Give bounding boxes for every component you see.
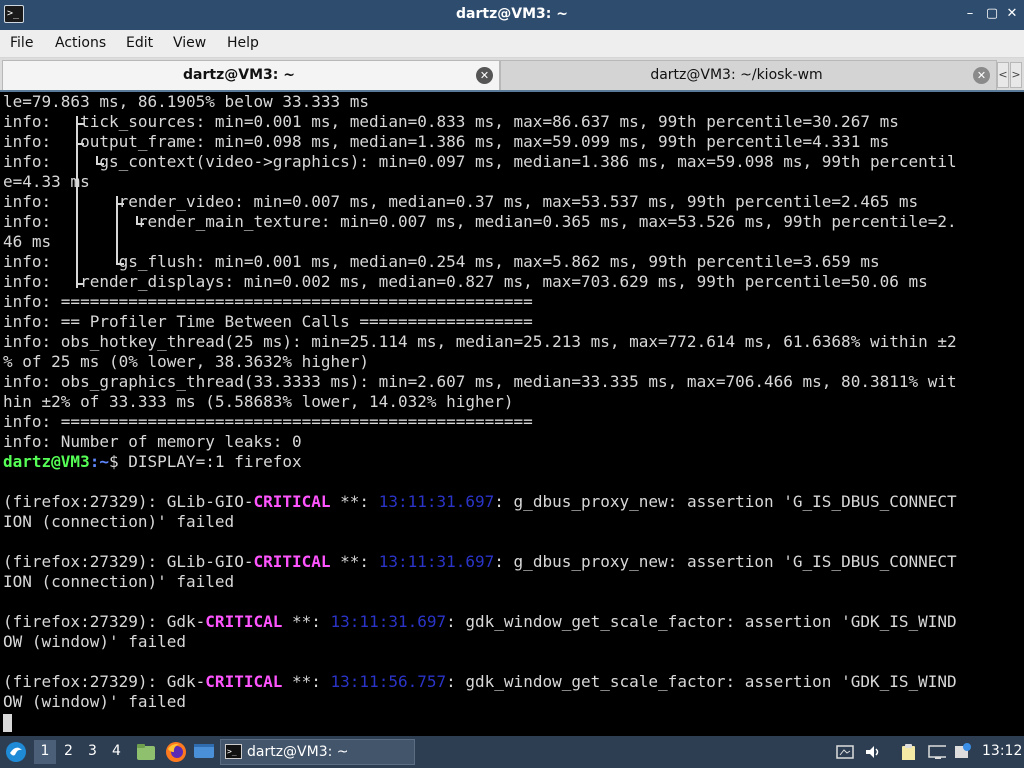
error-message: : gdk_window_get_scale_factor: assertion… [446, 612, 957, 631]
terminal-line: 46 ms [3, 232, 52, 251]
show-desktop-icon[interactable] [193, 743, 215, 761]
tree-guide-line [116, 263, 124, 265]
error-source: (firefox:27329): GLib-GIO- [3, 492, 254, 511]
menu-file[interactable]: File [10, 35, 33, 51]
minimize-button[interactable]: – [962, 6, 978, 22]
error-level: CRITICAL [253, 492, 331, 511]
tab-home[interactable]: dartz@VM3: ~ ✕ [2, 60, 500, 90]
error-line-continuation: ION (connection)' failed [3, 512, 235, 531]
terminal-line: info: obs_hotkey_thread(25 ms): min=25.1… [3, 332, 957, 351]
workspace-2[interactable]: 2 [64, 743, 73, 759]
tree-guide-line [76, 116, 78, 288]
tree-guide-line [76, 283, 84, 285]
clipboard-icon[interactable] [900, 744, 918, 760]
error-source: (firefox:27329): GLib-GIO- [3, 552, 254, 571]
error-message: : gdk_window_get_scale_factor: assertion… [446, 672, 957, 691]
window-titlebar: >_ dartz@VM3: ~ – ▢ ✕ [0, 0, 1024, 30]
terminal-line: info: render_video: min=0.007 ms, median… [3, 192, 919, 211]
error-message: : g_dbus_proxy_new: assertion 'G_IS_DBUS… [494, 492, 957, 511]
error-line: (firefox:27329): GLib-GIO-CRITICAL **: 1… [3, 492, 957, 512]
tree-guide-line [116, 196, 118, 264]
clock[interactable]: 13:12 [982, 743, 1022, 759]
error-line: (firefox:27329): GLib-GIO-CRITICAL **: 1… [3, 552, 957, 572]
network-icon[interactable] [928, 744, 946, 760]
error-timestamp: 13:11:31.697 [378, 492, 495, 511]
workspace-1[interactable]: 1 [34, 740, 56, 764]
tab-close-icon[interactable]: ✕ [973, 67, 990, 84]
workspace-4[interactable]: 4 [112, 743, 121, 759]
terminal-line: info: gs_context(video->graphics): min=0… [3, 152, 957, 171]
start-menu-icon[interactable] [5, 741, 27, 763]
prompt-path: :~ [89, 452, 109, 471]
firefox-icon[interactable] [165, 741, 187, 763]
menu-actions[interactable]: Actions [55, 35, 106, 51]
tree-guide-line [76, 143, 84, 145]
error-line: (firefox:27329): Gdk-CRITICAL **: 13:11:… [3, 612, 957, 632]
error-line: (firefox:27329): Gdk-CRITICAL **: 13:11:… [3, 672, 957, 692]
error-line-continuation: ION (connection)' failed [3, 572, 235, 591]
menu-help[interactable]: Help [227, 35, 259, 51]
error-source: (firefox:27329): Gdk- [3, 612, 206, 631]
tab-scroll-right-icon[interactable]: > [1010, 62, 1022, 88]
tree-guide-line [76, 123, 84, 125]
menu-view[interactable]: View [173, 35, 206, 51]
error-separator: **: [330, 552, 379, 571]
tab-close-icon[interactable]: ✕ [476, 67, 493, 84]
terminal-line: le=79.863 ms, 86.1905% below 33.333 ms [3, 92, 370, 111]
tab-scroll-left-icon[interactable]: < [997, 62, 1009, 88]
terminal-cursor [3, 714, 12, 732]
terminal-line: hin ±2% of 33.333 ms (5.58683% lower, 14… [3, 392, 514, 411]
error-separator: **: [282, 612, 331, 631]
tree-guide-line [136, 223, 144, 225]
terminal-line: info: output_frame: min=0.098 ms, median… [3, 132, 890, 151]
error-source: (firefox:27329): Gdk- [3, 672, 206, 691]
menu-edit[interactable]: Edit [126, 35, 153, 51]
tab-kiosk-wm[interactable]: dartz@VM3: ~/kiosk-wm ✕ [500, 60, 997, 90]
error-timestamp: 13:11:31.697 [330, 612, 447, 631]
file-manager-icon[interactable] [136, 742, 156, 762]
taskbar-window-label: dartz@VM3: ~ [247, 744, 349, 760]
terminal-line: info: tick_sources: min=0.001 ms, median… [3, 112, 899, 131]
terminal-line: info: ==================================… [3, 292, 533, 311]
terminal-line: info: Number of memory leaks: 0 [3, 432, 302, 451]
terminal-icon: >_ [225, 744, 242, 759]
tab-label: dartz@VM3: ~ [183, 67, 295, 83]
terminal-line: info: render_main_texture: min=0.007 ms,… [3, 212, 957, 231]
taskbar: 1 2 3 4 >_ dartz@VM3: ~ 13:12 [0, 736, 1024, 768]
terminal-line: info: render_displays: min=0.002 ms, med… [3, 272, 928, 291]
tab-label: dartz@VM3: ~/kiosk-wm [650, 67, 823, 83]
error-timestamp: 13:11:56.757 [330, 672, 447, 691]
volume-icon[interactable] [864, 744, 882, 760]
error-level: CRITICAL [205, 612, 283, 631]
terminal-line: info: gs_flush: min=0.001 ms, median=0.2… [3, 252, 880, 271]
workspace-3[interactable]: 3 [88, 743, 97, 759]
menu-bar: File Actions Edit View Help [0, 30, 1024, 58]
terminal-line: info: ==================================… [3, 412, 533, 431]
error-line-continuation: OW (window)' failed [3, 632, 187, 651]
tab-bar: dartz@VM3: ~ ✕ dartz@VM3: ~/kiosk-wm ✕ <… [0, 58, 1024, 90]
prompt-command: $ DISPLAY=:1 firefox [108, 452, 302, 471]
update-notification-icon[interactable] [954, 742, 972, 758]
error-line-continuation: OW (window)' failed [3, 692, 187, 711]
tree-guide-line [116, 203, 124, 205]
shell-prompt: dartz@VM3:~$ DISPLAY=:1 firefox [3, 452, 302, 472]
error-message: : g_dbus_proxy_new: assertion 'G_IS_DBUS… [494, 552, 957, 571]
screenshot-icon[interactable] [836, 744, 854, 760]
terminal-line: info: obs_graphics_thread(33.3333 ms): m… [3, 372, 957, 391]
error-separator: **: [330, 492, 379, 511]
maximize-button[interactable]: ▢ [984, 6, 1000, 22]
terminal-output[interactable]: le=79.863 ms, 86.1905% below 33.333 ms i… [0, 90, 1024, 736]
window-title: dartz@VM3: ~ [456, 6, 568, 22]
prompt-user: dartz@VM3 [3, 452, 90, 471]
error-timestamp: 13:11:31.697 [378, 552, 495, 571]
error-level: CRITICAL [205, 672, 283, 691]
error-level: CRITICAL [253, 552, 331, 571]
terminal-line: info: == Profiler Time Between Calls ===… [3, 312, 533, 331]
close-button[interactable]: ✕ [1004, 6, 1020, 22]
taskbar-window-terminal[interactable]: >_ dartz@VM3: ~ [220, 739, 415, 765]
error-separator: **: [282, 672, 331, 691]
terminal-line: % of 25 ms (0% lower, 38.3632% higher) [3, 352, 370, 371]
tree-guide-line [96, 163, 104, 165]
